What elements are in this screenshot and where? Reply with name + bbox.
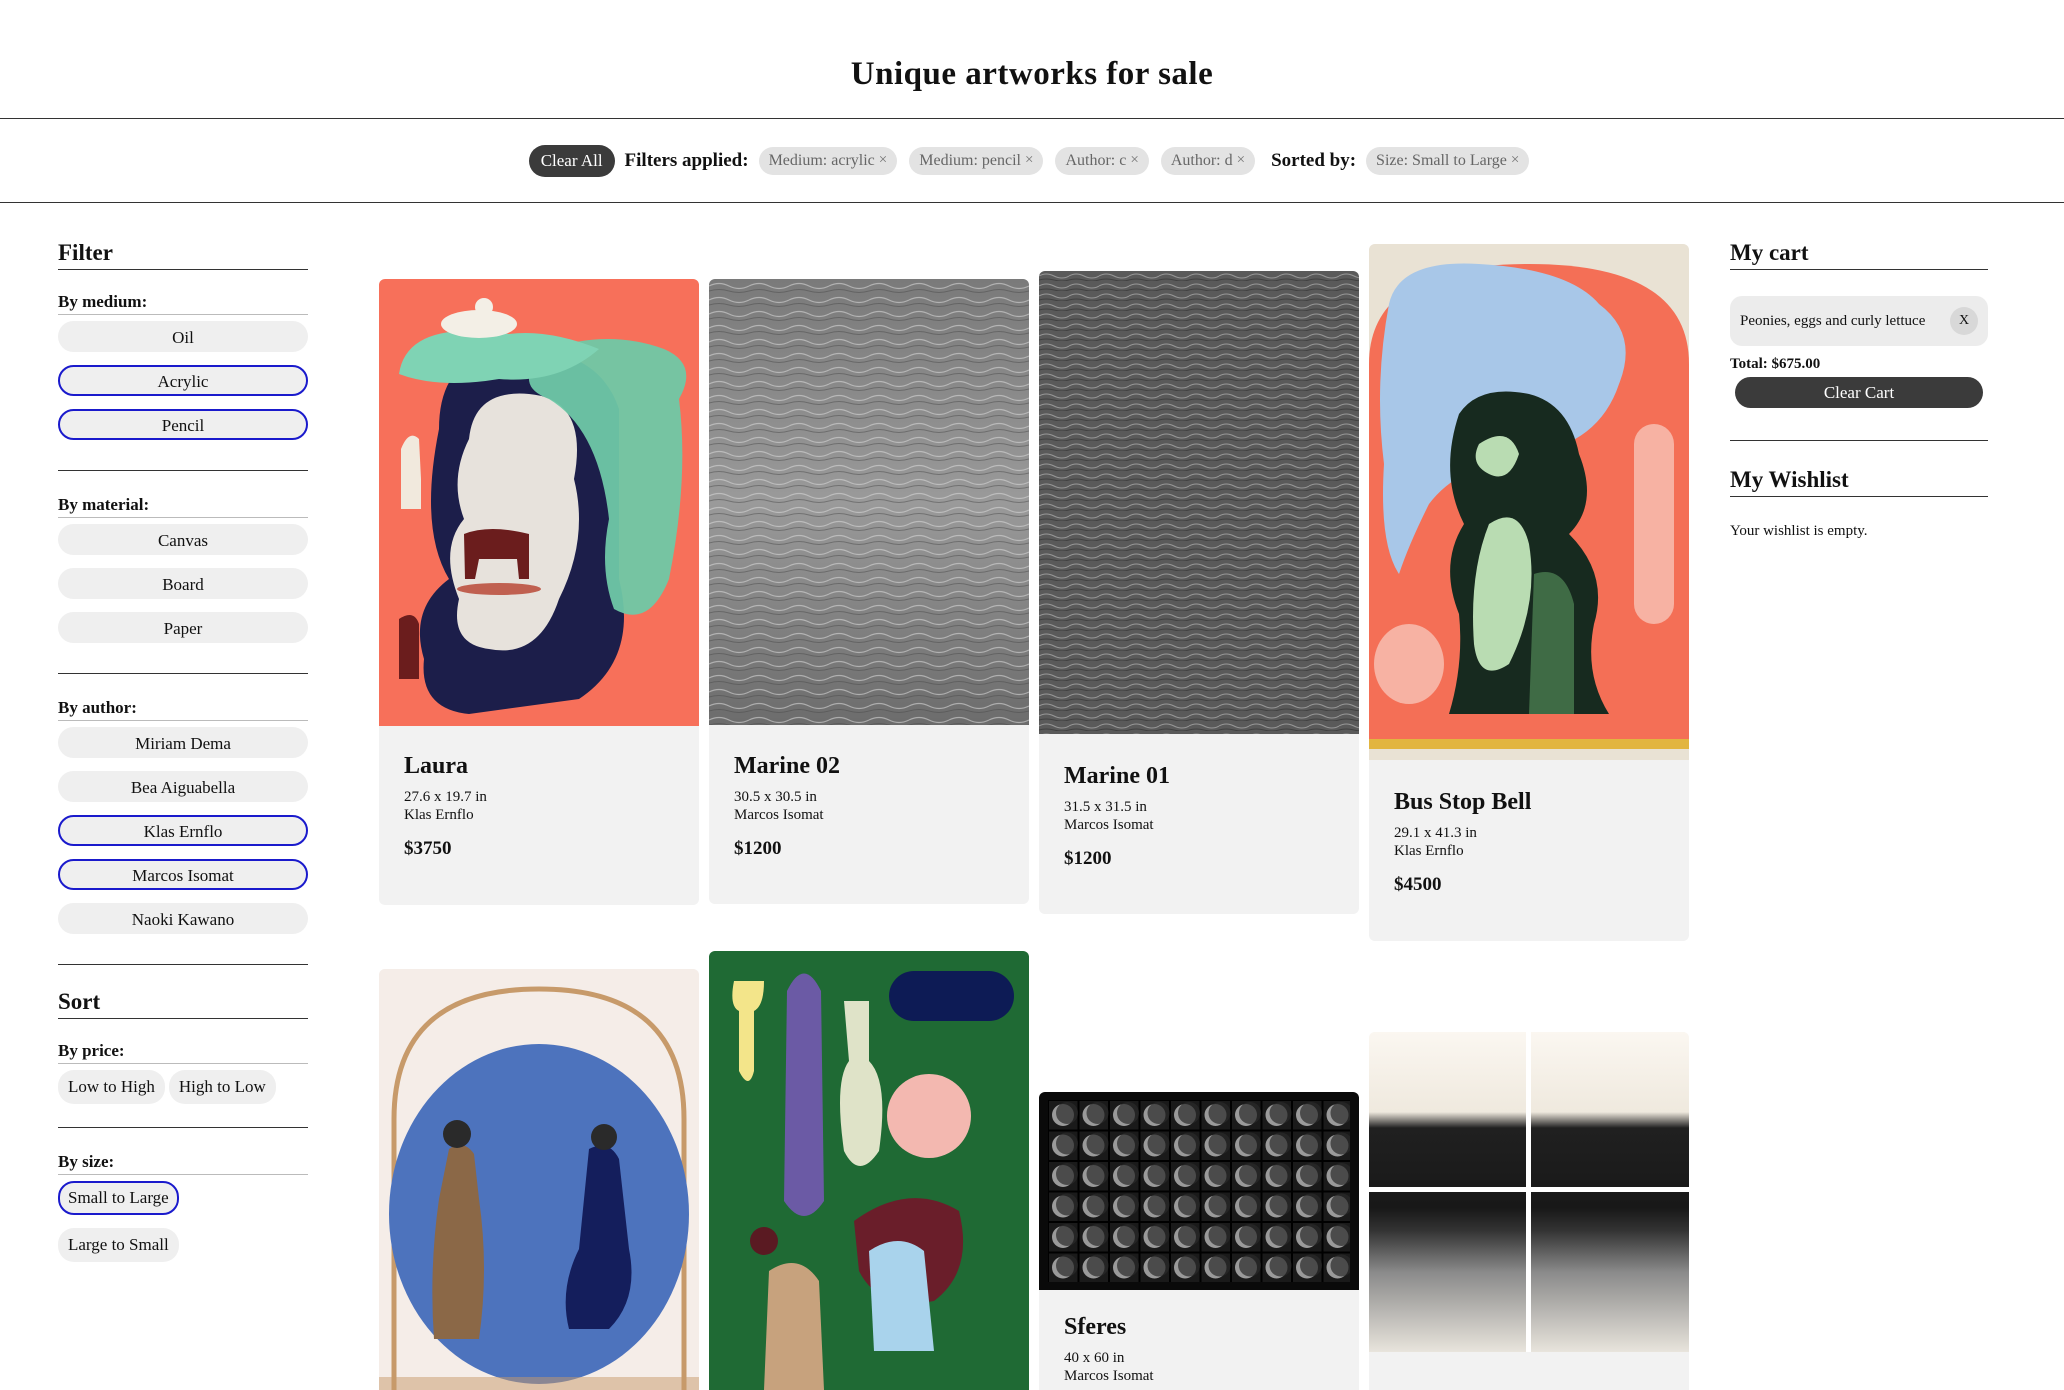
artwork-image — [379, 279, 699, 726]
divider — [58, 964, 308, 965]
filter-chip-label: Medium: acrylic — [768, 151, 875, 169]
author-option-marcos-isomat[interactable]: Marcos Isomat — [58, 859, 308, 890]
remove-filter-icon[interactable]: × — [1025, 152, 1033, 169]
artwork-card-bus-stop-bell[interactable]: Bus Stop Bell 29.1 x 41.3 in Klas Ernflo… — [1369, 244, 1689, 941]
artwork-card-marine-01[interactable]: Marine 01 31.5 x 31.5 in Marcos Isomat $… — [1039, 271, 1359, 914]
artwork-price: $1200 — [734, 838, 782, 859]
author-option-bea-aiguabella[interactable]: Bea Aiguabella — [58, 771, 308, 802]
divider — [58, 673, 308, 674]
artwork-info: Marine 02 30.5 x 30.5 in Marcos Isomat $… — [734, 753, 840, 860]
remove-filter-icon[interactable]: × — [1237, 152, 1245, 169]
page-header: Unique artworks for sale — [0, 0, 2064, 119]
size-group-label: By size: — [58, 1152, 308, 1175]
filter-chip-label: Author: c — [1065, 151, 1127, 169]
artwork-image — [709, 951, 1029, 1390]
filter-chip-medium-acrylic[interactable]: Medium: acrylic × — [758, 146, 898, 175]
clear-cart-button[interactable]: Clear Cart — [1735, 377, 1983, 408]
artwork-author: Klas Ernflo — [1394, 843, 1464, 859]
artwork-card-laura[interactable]: Laura 27.6 x 19.7 in Klas Ernflo $3750 — [379, 279, 699, 905]
price-group-label: By price: — [58, 1041, 308, 1064]
artwork-image — [379, 969, 699, 1390]
material-option-paper[interactable]: Paper — [58, 612, 308, 643]
artwork-image — [1369, 1032, 1689, 1352]
clear-all-button[interactable]: Clear All — [528, 144, 615, 177]
filter-chip-author-c[interactable]: Author: c × — [1055, 146, 1149, 175]
artwork-info: Laura 27.6 x 19.7 in Klas Ernflo $3750 — [404, 753, 487, 860]
artwork-author: Marcos Isomat — [1064, 1368, 1154, 1384]
remove-filter-icon[interactable]: × — [879, 152, 887, 169]
artwork-title: Marine 02 — [734, 753, 840, 779]
artwork-info: Sferes 40 x 60 in Marcos Isomat — [1064, 1314, 1154, 1385]
price-options: Low to High High to Low — [58, 1070, 308, 1117]
artwork-title: Marine 01 — [1064, 763, 1170, 789]
artwork-image — [709, 279, 1029, 725]
artwork-card[interactable] — [1369, 1032, 1689, 1390]
cart-item: Peonies, eggs and curly lettuce X — [1730, 296, 1988, 346]
cart-item-name: Peonies, eggs and curly lettuce — [1740, 312, 1926, 329]
artwork-image — [1039, 1092, 1359, 1290]
material-option-board[interactable]: Board — [58, 568, 308, 599]
artwork-card-marine-02[interactable]: Marine 02 30.5 x 30.5 in Marcos Isomat $… — [709, 279, 1029, 904]
filter-chip-label: Author: d — [1170, 151, 1233, 169]
artwork-card[interactable] — [379, 969, 699, 1390]
artwork-author: Marcos Isomat — [734, 807, 824, 823]
remove-filter-icon[interactable]: × — [1130, 152, 1138, 169]
artwork-card-sferes[interactable]: Sferes 40 x 60 in Marcos Isomat — [1039, 1092, 1359, 1390]
author-group-label: By author: — [58, 698, 308, 721]
artwork-price: $1200 — [1064, 848, 1112, 869]
remove-cart-item-button[interactable]: X — [1950, 307, 1978, 335]
page-title: Unique artworks for sale — [850, 56, 1214, 92]
applied-filters-bar: Clear All Filters applied: Medium: acryl… — [0, 119, 2064, 203]
medium-option-acrylic[interactable]: Acrylic — [58, 365, 308, 396]
artwork-dimensions: 31.5 x 31.5 in — [1064, 799, 1147, 815]
sort-chip-label: Size: Small to Large — [1376, 151, 1507, 169]
artwork-author: Marcos Isomat — [1064, 817, 1154, 833]
filters-applied-label: Filters applied: — [624, 149, 749, 171]
wishlist-title: My Wishlist — [1730, 467, 1988, 497]
filter-chip-label: Medium: pencil — [919, 151, 1021, 169]
artwork-card[interactable] — [709, 951, 1029, 1390]
artwork-price: $3750 — [404, 838, 452, 859]
filter-chip-medium-pencil[interactable]: Medium: pencil × — [909, 146, 1044, 175]
author-option-klas-ernflo[interactable]: Klas Ernflo — [58, 815, 308, 846]
sort-size-small-large[interactable]: Small to Large — [58, 1181, 179, 1215]
sort-title: Sort — [58, 989, 308, 1019]
filter-title: Filter — [58, 240, 308, 270]
artwork-image — [1369, 244, 1689, 760]
sorted-by-label: Sorted by: — [1271, 149, 1357, 171]
filter-chip-author-d[interactable]: Author: d × — [1160, 146, 1256, 175]
wishlist-empty-message: Your wishlist is empty. — [1730, 523, 1868, 539]
medium-group-label: By medium: — [58, 292, 308, 315]
artwork-info: Bus Stop Bell 29.1 x 41.3 in Klas Ernflo… — [1394, 789, 1531, 896]
sort-price-high-low[interactable]: High to Low — [168, 1070, 276, 1104]
sort-chip-size[interactable]: Size: Small to Large × — [1366, 146, 1530, 175]
artwork-price: $4500 — [1394, 874, 1442, 895]
artwork-title: Bus Stop Bell — [1394, 789, 1532, 815]
cart-total: Total: $675.00 — [1730, 356, 1821, 372]
medium-option-pencil[interactable]: Pencil — [58, 409, 308, 440]
artwork-image — [1039, 271, 1359, 734]
artwork-title: Sferes — [1064, 1314, 1127, 1340]
filter-sidebar: Filter By medium: Oil Acrylic Pencil By … — [58, 240, 308, 1275]
author-option-miriam-dema[interactable]: Miriam Dema — [58, 727, 308, 758]
medium-option-oil[interactable]: Oil — [58, 321, 308, 352]
cart-panel: My cart Peonies, eggs and curly lettuce … — [1730, 240, 1988, 540]
sort-size-large-small[interactable]: Large to Small — [58, 1228, 179, 1262]
remove-sort-icon[interactable]: × — [1511, 152, 1519, 169]
sort-price-low-high[interactable]: Low to High — [58, 1070, 165, 1104]
artwork-dimensions: 29.1 x 41.3 in — [1394, 825, 1477, 841]
artwork-dimensions: 27.6 x 19.7 in — [404, 789, 487, 805]
divider — [58, 470, 308, 471]
artwork-info: Marine 01 31.5 x 31.5 in Marcos Isomat $… — [1064, 763, 1170, 870]
artwork-dimensions: 30.5 x 30.5 in — [734, 789, 817, 805]
artwork-dimensions: 40 x 60 in — [1064, 1350, 1125, 1366]
material-option-canvas[interactable]: Canvas — [58, 524, 308, 555]
artwork-author: Klas Ernflo — [404, 807, 474, 823]
cart-title: My cart — [1730, 240, 1988, 270]
author-option-naoki-kawano[interactable]: Naoki Kawano — [58, 903, 308, 934]
divider — [1730, 440, 1988, 441]
artwork-title: Laura — [404, 753, 469, 779]
material-group-label: By material: — [58, 495, 308, 518]
divider — [58, 1127, 308, 1128]
